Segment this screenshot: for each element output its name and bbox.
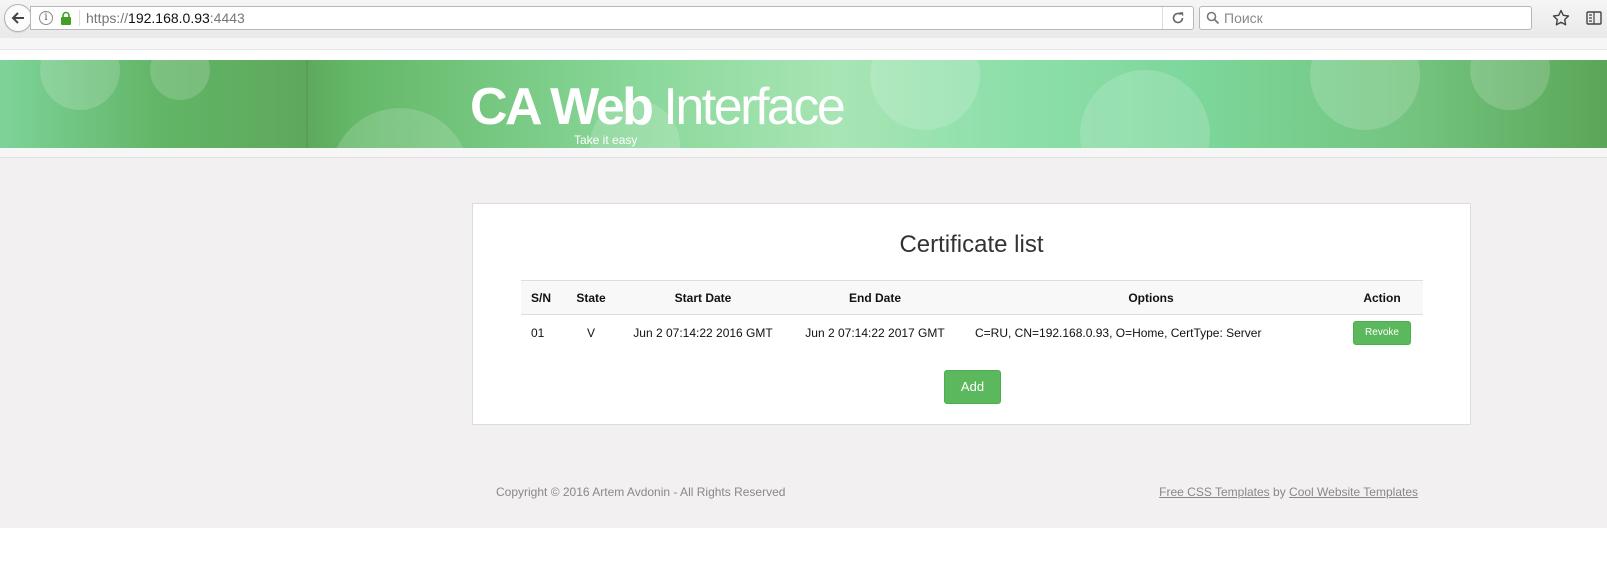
cell-action: Revoke [1341, 315, 1423, 352]
reading-list-icon[interactable] [1585, 9, 1603, 27]
revoke-button[interactable]: Revoke [1353, 321, 1411, 345]
top-band [0, 38, 1607, 50]
certificate-table: S/N State Start Date End Date Options Ac… [521, 280, 1423, 351]
url-separator [79, 10, 80, 26]
table-header-row: S/N State Start Date End Date Options Ac… [521, 280, 1423, 315]
cell-state: V [586, 326, 595, 340]
search-input[interactable] [1224, 9, 1524, 27]
cell-start-date: Jun 2 07:14:22 2016 GMT [633, 326, 773, 340]
banner-seam [306, 60, 308, 148]
banner-bubble [1310, 60, 1420, 130]
site-banner: CA Web Interface Take it easy [0, 60, 1607, 148]
footer-by: by [1273, 485, 1286, 499]
cell-end-date: Jun 2 07:14:22 2017 GMT [805, 326, 945, 340]
reload-button[interactable] [1162, 7, 1193, 29]
free-css-templates-link[interactable]: Free CSS Templates [1159, 485, 1270, 499]
cell-sn: 01 [531, 326, 545, 340]
bookmark-star-icon[interactable] [1552, 9, 1570, 27]
page-viewport: CA Web Interface Take it easy Certificat… [0, 38, 1607, 582]
column-header-action: Action [1341, 280, 1423, 315]
url-host: 192.168.0.93 [128, 10, 210, 26]
header-stripe [0, 148, 1607, 158]
certificate-card: Certificate list S/N State Start Date En… [472, 203, 1471, 425]
column-header-sn: S/N [521, 280, 565, 315]
info-icon[interactable]: i [39, 11, 53, 25]
address-bar[interactable]: i https://192.168.0.93:4443 [30, 6, 1194, 30]
page-title: Certificate list [899, 231, 1044, 258]
footer-copyright: Copyright © 2016 Artem Avdonin - All Rig… [496, 485, 786, 499]
banner-bubble [40, 60, 120, 110]
banner-bubble [870, 60, 980, 130]
site-title-light: Interface [663, 78, 845, 136]
banner-bubble [150, 60, 210, 100]
url-scheme: https:// [86, 10, 129, 26]
table-row: 01 V Jun 2 07:14:22 2016 GMT Jun 2 07:14… [521, 315, 1423, 352]
back-button[interactable] [4, 4, 32, 32]
cool-website-templates-link[interactable]: Cool Website Templates [1289, 485, 1418, 499]
column-header-start-date: Start Date [617, 280, 789, 315]
site-title: CA Web Interface [470, 78, 846, 136]
cell-options: C=RU, CN=192.168.0.93, O=Home, CertType:… [975, 326, 1262, 340]
site-title-bold: CA Web [470, 78, 654, 136]
browser-toolbar: i https://192.168.0.93:4443 [0, 0, 1607, 39]
search-icon [1206, 11, 1220, 25]
footer-credits: Free CSS Templates by Cool Website Templ… [1159, 485, 1418, 499]
reload-icon [1172, 12, 1184, 24]
back-arrow-icon [11, 12, 24, 24]
lock-icon[interactable] [59, 11, 73, 25]
column-header-end-date: End Date [789, 280, 961, 315]
add-button[interactable]: Add [944, 370, 1001, 404]
banner-bubble [1080, 70, 1210, 148]
column-header-state: State [565, 280, 617, 315]
banner-bubble [1470, 60, 1550, 110]
url-text[interactable]: https://192.168.0.93:4443 [86, 10, 245, 26]
url-port: :4443 [209, 10, 245, 26]
search-bar[interactable] [1199, 6, 1532, 30]
banner-bubble [330, 108, 470, 148]
column-header-options: Options [961, 280, 1341, 315]
site-tagline: Take it easy [574, 133, 638, 147]
